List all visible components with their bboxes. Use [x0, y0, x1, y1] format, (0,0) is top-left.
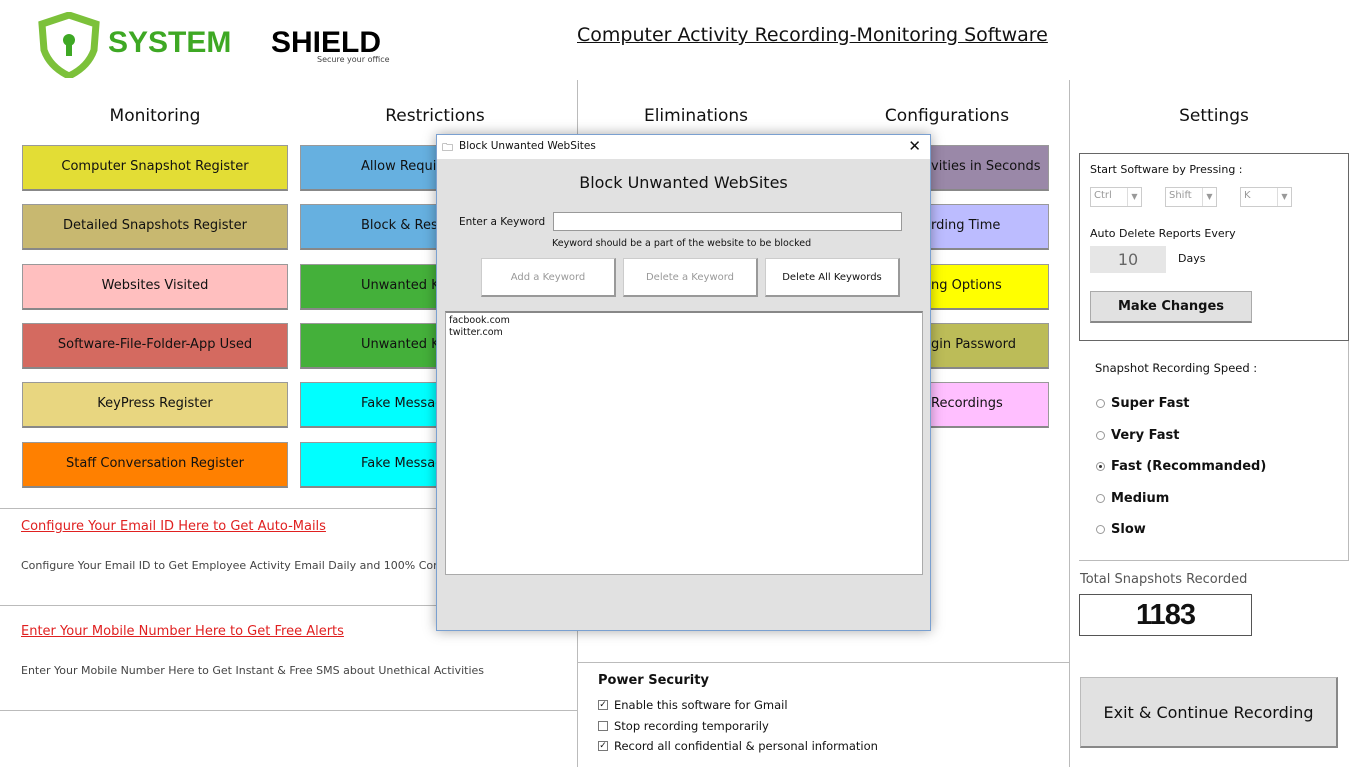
keyword-hint: Keyword should be a part of the website … — [552, 238, 812, 249]
speed-option[interactable]: Super Fast — [1096, 396, 1190, 411]
make-changes-button[interactable]: Make Changes — [1090, 291, 1252, 323]
configuration-label: vities in Seconds — [931, 159, 1041, 175]
configure-email-link[interactable]: Configure Your Email ID Here to Get Auto… — [21, 519, 326, 534]
modifier1-select[interactable]: Ctrl ▼ — [1090, 187, 1142, 207]
divider — [1348, 341, 1349, 560]
speed-option[interactable]: Medium — [1096, 491, 1169, 506]
modifier2-select[interactable]: Shift ▼ — [1165, 187, 1217, 207]
header-configurations: Configurations — [884, 106, 1010, 126]
logo: SYSTEM SHIELD Secure your office — [36, 12, 416, 78]
delete-keyword-button[interactable]: Delete a Keyword — [623, 258, 758, 297]
speed-label: Snapshot Recording Speed : — [1095, 361, 1258, 375]
keyword-input[interactable] — [553, 212, 902, 231]
chevron-down-icon: ▼ — [1202, 188, 1216, 206]
divider — [1069, 80, 1070, 767]
monitoring-button[interactable]: KeyPress Register — [22, 382, 288, 429]
keyword-list[interactable]: facbook.com twitter.com — [445, 311, 923, 575]
power-option[interactable]: ✓ Enable this software for Gmail — [598, 698, 788, 712]
tagline: Secure your office — [317, 55, 390, 64]
mobile-alerts-link[interactable]: Enter Your Mobile Number Here to Get Fre… — [21, 624, 344, 639]
speed-option-label: Super Fast — [1111, 396, 1190, 411]
page-title: Computer Activity Recording-Monitoring S… — [577, 24, 1048, 46]
exit-continue-button[interactable]: Exit & Continue Recording — [1080, 677, 1338, 748]
divider — [0, 710, 577, 711]
chevron-down-icon: ▼ — [1277, 188, 1291, 206]
speed-option-label: Medium — [1111, 490, 1170, 506]
speed-option[interactable]: Slow — [1096, 522, 1146, 537]
monitoring-label: KeyPress Register — [97, 396, 213, 412]
monitoring-label: Staff Conversation Register — [65, 455, 244, 471]
monitoring-button[interactable]: Websites Visited — [22, 263, 288, 310]
email-description: Configure Your Email ID to Get Employee … — [21, 559, 468, 572]
radio-button[interactable] — [1096, 399, 1105, 408]
configuration-label: ng Options — [931, 277, 1002, 293]
delete-all-keywords-button[interactable]: Delete All Keywords — [765, 258, 900, 297]
window-icon: 🗀 — [442, 141, 453, 154]
close-icon[interactable]: ✕ — [908, 137, 921, 155]
power-option-label: Stop recording temporarily — [614, 718, 769, 733]
start-shortcut-label: Start Software by Pressing : — [1090, 163, 1243, 176]
add-keyword-button[interactable]: Add a Keyword — [481, 258, 616, 297]
divider — [577, 662, 1069, 663]
power-option[interactable]: ✓ Record all confidential & personal info… — [598, 739, 878, 753]
chevron-down-icon: ▼ — [1127, 188, 1141, 206]
radio-button[interactable] — [1096, 525, 1105, 534]
speed-option[interactable]: Very Fast — [1096, 428, 1179, 443]
power-option-label: Enable this software for Gmail — [614, 698, 788, 712]
monitoring-button[interactable]: Staff Conversation Register — [22, 441, 288, 488]
checkbox[interactable]: ✓ — [598, 741, 608, 751]
radio-button[interactable] — [1096, 462, 1105, 471]
restriction-label: Unwanted Ke — [361, 277, 447, 293]
divider — [1079, 560, 1349, 561]
block-websites-dialog: 🗀 Block Unwanted WebSites ✕ Block Unwant… — [436, 134, 931, 631]
auto-delete-days-input[interactable]: 10 — [1090, 246, 1166, 273]
list-item[interactable]: twitter.com — [449, 327, 919, 339]
speed-option-label: Very Fast — [1111, 427, 1180, 443]
monitoring-button[interactable]: Software-File-Folder-App Used — [22, 322, 288, 369]
key-select[interactable]: K ▼ — [1240, 187, 1292, 207]
keyword-label: Enter a Keyword — [459, 216, 546, 228]
shield-keyhole-icon — [38, 12, 100, 78]
speed-option-label: Slow — [1111, 522, 1146, 537]
header-restrictions: Restrictions — [385, 106, 485, 126]
brand-green: SYSTEM — [108, 26, 232, 59]
list-item[interactable]: facbook.com — [449, 315, 919, 327]
monitoring-button[interactable]: Computer Snapshot Register — [22, 145, 288, 191]
power-option[interactable]: Stop recording temporarily — [598, 719, 769, 733]
days-unit: Days — [1178, 252, 1206, 265]
speed-option[interactable]: Fast (Recommanded) — [1096, 459, 1266, 474]
header-monitoring: Monitoring — [109, 106, 201, 126]
configuration-label: Recordings — [931, 396, 1003, 412]
speed-option-label: Fast (Recommanded) — [1111, 459, 1267, 474]
monitoring-label: Computer Snapshot Register — [61, 159, 249, 175]
monitoring-button[interactable]: Detailed Snapshots Register — [22, 204, 288, 251]
power-security-title: Power Security — [598, 673, 709, 688]
window-title: Block Unwanted WebSites — [459, 140, 596, 152]
radio-button[interactable] — [1096, 493, 1105, 503]
total-snapshots-label: Total Snapshots Recorded — [1080, 572, 1248, 587]
header-eliminations: Eliminations — [643, 106, 749, 126]
auto-delete-label: Auto Delete Reports Every — [1090, 227, 1236, 240]
configuration-label: rding Time — [931, 218, 1001, 234]
monitoring-label: Software-File-Folder-App Used — [57, 336, 253, 352]
configuration-label: gin Password — [931, 336, 1016, 352]
total-snapshots-value: 1183 — [1079, 594, 1252, 636]
checkbox[interactable]: ✓ — [598, 700, 608, 710]
power-option-label: Record all confidential & personal infor… — [614, 739, 878, 753]
monitoring-label: Detailed Snapshots Register — [63, 218, 247, 234]
mobile-description: Enter Your Mobile Number Here to Get Ins… — [21, 664, 485, 677]
dialog-heading: Block Unwanted WebSites — [579, 173, 788, 192]
radio-button[interactable] — [1096, 430, 1105, 440]
header-settings: Settings — [1179, 106, 1249, 126]
dialog-titlebar: 🗀 Block Unwanted WebSites ✕ — [437, 135, 930, 159]
checkbox[interactable] — [598, 720, 608, 731]
monitoring-label: Websites Visited — [101, 277, 209, 293]
